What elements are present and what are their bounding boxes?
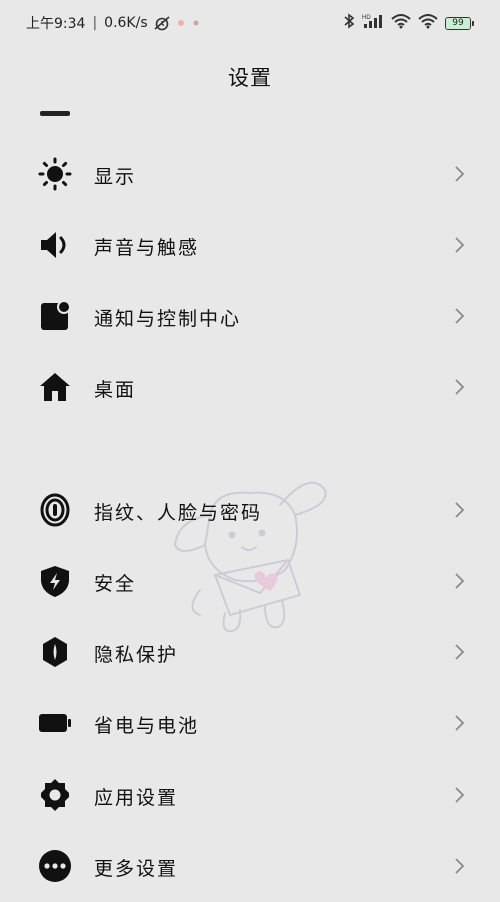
chevron-right-icon — [454, 500, 466, 520]
wifi-icon — [391, 13, 411, 33]
settings-item-privacy[interactable]: 隐私保护 — [0, 617, 500, 688]
status-net-speed: 0.6K/s — [104, 15, 148, 31]
chevron-right-icon — [454, 377, 466, 397]
battery-level: 99 — [452, 17, 464, 28]
more-icon — [38, 849, 72, 883]
settings-item-label: 应用设置 — [94, 787, 179, 809]
settings-item-more[interactable]: 更多设置 — [0, 831, 500, 902]
settings-item-label: 通知与控制中心 — [94, 308, 242, 330]
shield-icon — [38, 564, 72, 598]
gear-icon — [38, 778, 72, 812]
page-title: 设置 — [228, 66, 272, 90]
chevron-right-icon — [454, 306, 466, 326]
status-time: 上午9:34 — [26, 16, 86, 32]
chevron-right-icon — [454, 856, 466, 876]
chevron-right-icon — [454, 713, 466, 733]
home-icon — [38, 370, 72, 404]
notification-icon — [38, 299, 72, 333]
settings-item-label: 指纹、人脸与密码 — [94, 502, 263, 524]
wifi-icon — [418, 13, 438, 33]
privacy-icon — [38, 635, 72, 669]
partial-row-icon — [40, 108, 70, 118]
app-notification-icon — [191, 18, 201, 28]
fingerprint-icon — [38, 493, 72, 527]
battery-body: 99 — [445, 16, 471, 30]
hd-signal-icon: HD — [362, 13, 384, 33]
svg-text:HD: HD — [362, 15, 371, 21]
settings-item-battery[interactable]: 省电与电池 — [0, 688, 500, 759]
settings-item-label: 显示 — [94, 166, 137, 188]
chevron-right-icon — [454, 235, 466, 255]
chevron-right-icon — [454, 571, 466, 591]
settings-item-notifications[interactable]: 通知与控制中心 — [0, 281, 500, 352]
speaker-icon — [38, 228, 72, 262]
brightness-icon — [38, 157, 72, 191]
app-notification-icon — [176, 18, 186, 28]
battery-cap — [472, 20, 474, 26]
chevron-right-icon — [454, 785, 466, 805]
settings-item-label: 安全 — [94, 573, 137, 595]
chevron-right-icon — [454, 642, 466, 662]
settings-item-fingerprint[interactable]: 指纹、人脸与密码 — [0, 475, 500, 546]
status-left: 上午9:34 | 0.6K/s — [26, 13, 201, 33]
status-bar: 上午9:34 | 0.6K/s HD 99 — [0, 0, 500, 44]
battery-saver-icon — [38, 706, 72, 740]
battery-icon: 99 — [445, 16, 474, 30]
status-right: HD 99 — [343, 13, 474, 33]
settings-item-sound[interactable]: 声音与触感 — [0, 210, 500, 281]
alarm-off-icon — [153, 15, 171, 31]
settings-item-apps[interactable]: 应用设置 — [0, 760, 500, 831]
settings-item-label: 声音与触感 — [94, 237, 200, 259]
status-separator: | — [92, 15, 98, 31]
settings-item-display[interactable]: 显示 — [0, 139, 500, 210]
settings-item-home[interactable]: 桌面 — [0, 352, 500, 423]
chevron-right-icon — [454, 164, 466, 184]
settings-item-label: 隐私保护 — [94, 644, 179, 666]
bluetooth-icon — [343, 13, 355, 33]
settings-item-security[interactable]: 安全 — [0, 546, 500, 617]
settings-item-label: 省电与电池 — [94, 715, 200, 737]
settings-item-label: 桌面 — [94, 379, 137, 401]
